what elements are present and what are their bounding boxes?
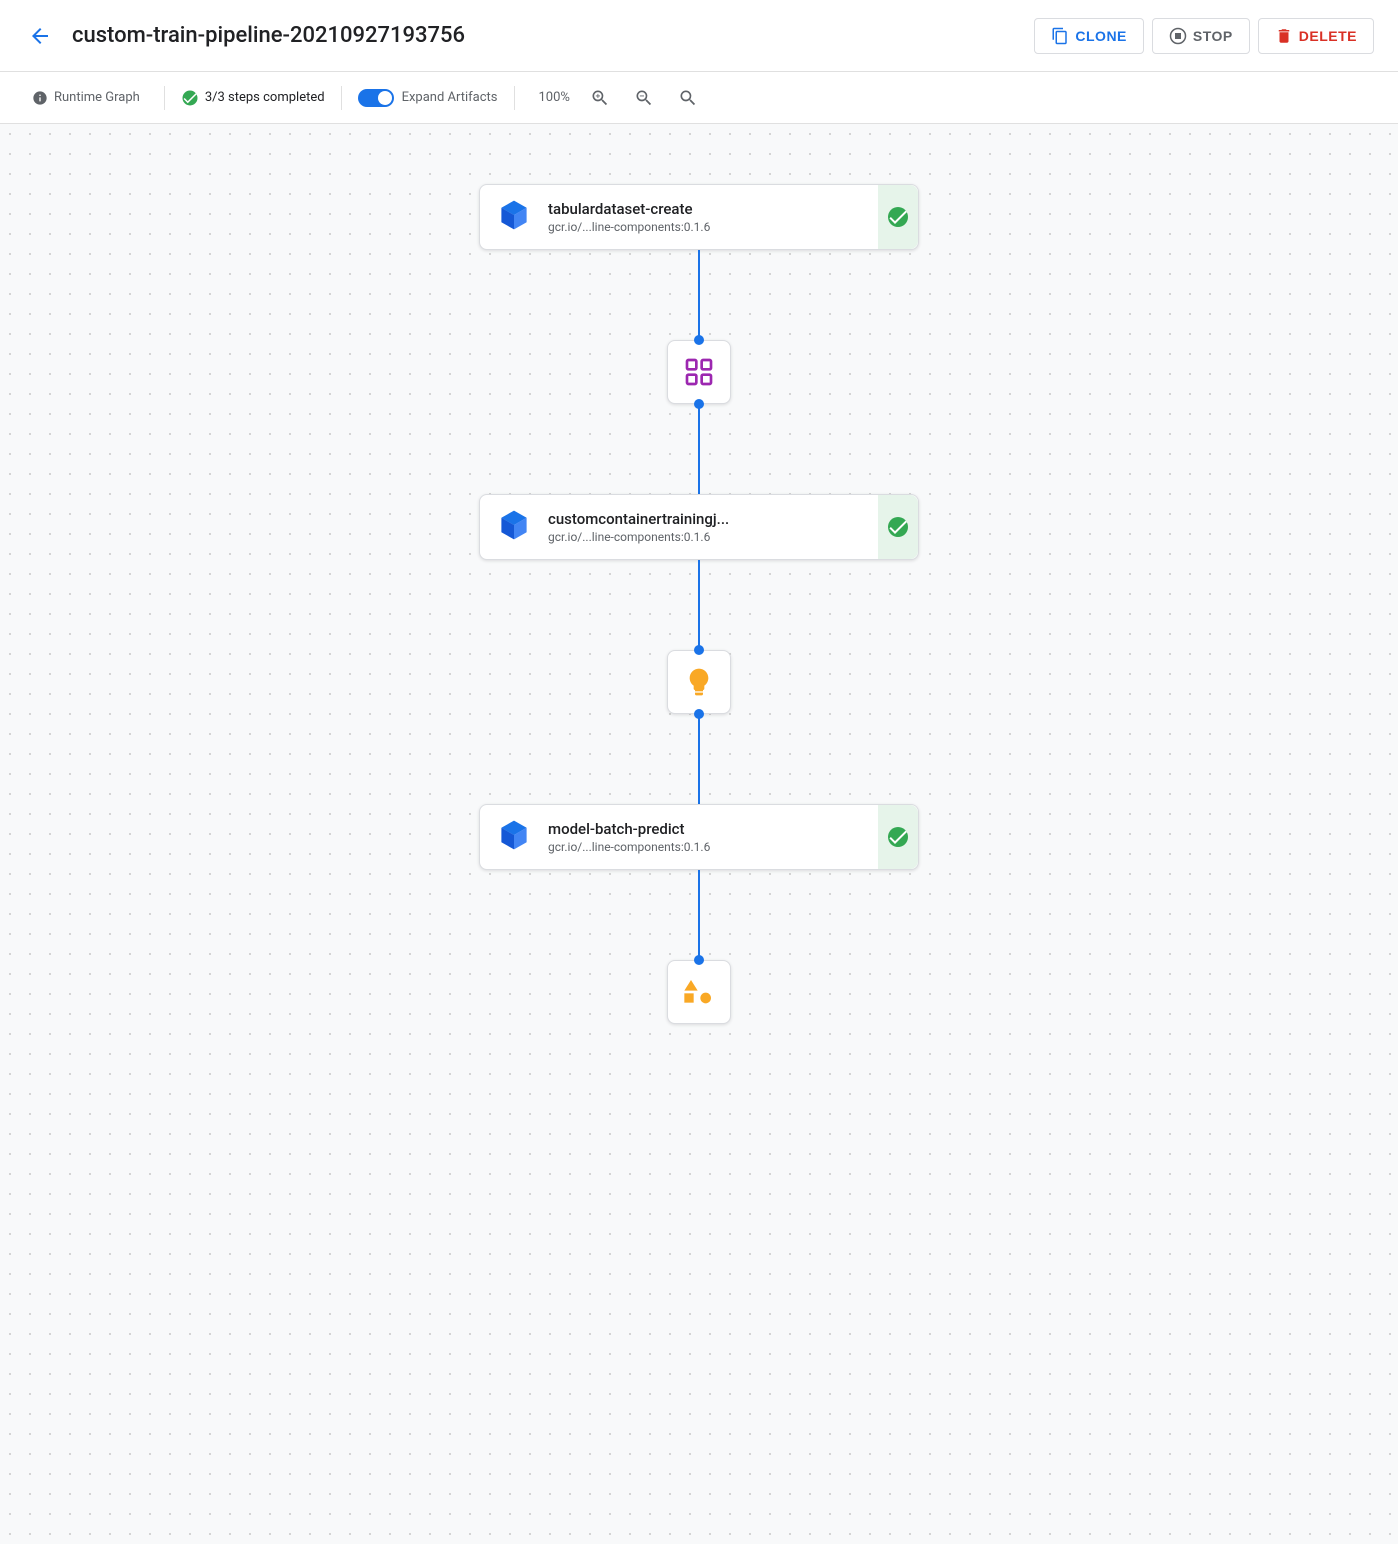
clone-label: CLONE [1075,28,1127,44]
node-1-icon [496,197,536,237]
node-3-icon [496,817,536,857]
connector-1-dot-bottom [694,335,704,345]
divider-2 [341,86,342,110]
divider-3 [514,86,515,110]
node-2-icon [496,507,536,547]
connector-5 [698,870,700,960]
artifact-node-3[interactable] [667,960,731,1024]
connector-4-dot-top [694,709,704,719]
node-1-info: tabulardataset-create gcr.io/...line-com… [548,200,902,234]
node-2-status [878,495,918,559]
node-1-name: tabulardataset-create [548,200,902,218]
node-3-info: model-batch-predict gcr.io/...line-compo… [548,820,902,854]
node-2-info: customcontainertrainingj... gcr.io/...li… [548,510,902,544]
pipeline-node-3[interactable]: model-batch-predict gcr.io/...line-compo… [479,804,919,870]
connector-2 [698,404,700,494]
clone-button[interactable]: CLONE [1034,18,1144,54]
delete-button[interactable]: DELETE [1258,18,1374,54]
node-1-subtitle: gcr.io/...line-components:0.1.6 [548,220,902,234]
page-title: custom-train-pipeline-20210927193756 [72,23,1034,48]
runtime-graph-button[interactable]: Runtime Graph [24,86,148,110]
pipeline-node-2[interactable]: customcontainertrainingj... gcr.io/...li… [479,494,919,560]
zoom-level: 100% [539,90,570,105]
pipeline-flow: tabulardataset-create gcr.io/...line-com… [479,184,919,1024]
connector-2-dot-top [694,399,704,409]
stop-button[interactable]: STOP [1152,18,1250,54]
steps-completed: 3/3 steps completed [181,89,325,107]
page-header: custom-train-pipeline-20210927193756 CLO… [0,0,1398,72]
pipeline-node-1[interactable]: tabulardataset-create gcr.io/...line-com… [479,184,919,250]
node-3-subtitle: gcr.io/...line-components:0.1.6 [548,840,902,854]
connector-1 [698,250,700,340]
node-3-status [878,805,918,869]
runtime-graph-label: Runtime Graph [54,90,140,105]
artifact-node-1[interactable] [667,340,731,404]
zoom-out-button[interactable] [630,84,658,112]
steps-completed-label: 3/3 steps completed [205,90,325,105]
connector-4 [698,714,700,804]
connector-5-dot-bottom [694,955,704,965]
delete-label: DELETE [1299,28,1357,44]
pipeline-canvas: tabulardataset-create gcr.io/...line-com… [0,124,1398,1544]
divider-1 [164,86,165,110]
zoom-in-button[interactable] [586,84,614,112]
toolbar: Runtime Graph 3/3 steps completed Expand… [0,72,1398,124]
node-2-name: customcontainertrainingj... [548,510,902,528]
artifact-node-2[interactable] [667,650,731,714]
connector-3 [698,560,700,650]
stop-label: STOP [1193,28,1233,44]
header-actions: CLONE STOP DELETE [1034,18,1374,54]
node-1-status [878,185,918,249]
connector-3-dot-bottom [694,645,704,655]
zoom-reset-button[interactable] [674,84,702,112]
expand-artifacts-label: Expand Artifacts [402,90,498,105]
back-button[interactable] [24,20,56,52]
node-3-name: model-batch-predict [548,820,902,838]
toggle[interactable] [358,89,394,107]
node-2-subtitle: gcr.io/...line-components:0.1.6 [548,530,902,544]
expand-artifacts-toggle[interactable]: Expand Artifacts [358,89,498,107]
